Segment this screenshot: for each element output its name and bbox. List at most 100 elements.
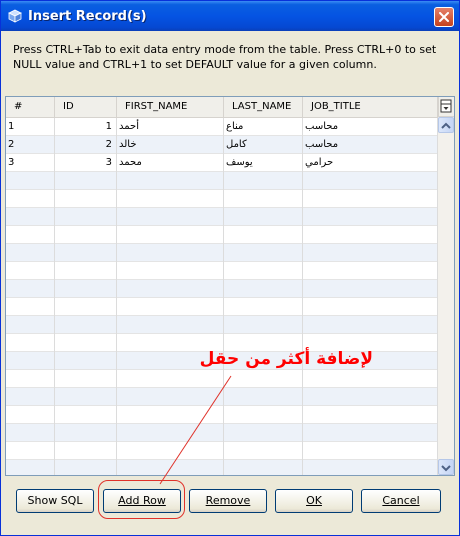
cell-job[interactable] <box>303 442 438 460</box>
cell-num[interactable] <box>6 190 55 208</box>
cell-first[interactable] <box>117 226 224 244</box>
cell-last[interactable]: كامل <box>224 136 303 154</box>
empty-table-row[interactable] <box>6 244 438 262</box>
cell-job[interactable] <box>303 280 438 298</box>
cell-job[interactable] <box>303 298 438 316</box>
cell-last[interactable]: مناع <box>224 118 303 136</box>
cell-id[interactable]: 2 <box>55 136 117 154</box>
cell-num[interactable]: 2 <box>6 136 55 154</box>
close-button[interactable] <box>434 7 454 27</box>
cell-num[interactable] <box>6 370 55 388</box>
cell-first[interactable] <box>117 298 224 316</box>
cell-num[interactable] <box>6 406 55 424</box>
cell-last[interactable] <box>224 208 303 226</box>
cell-id[interactable] <box>55 244 117 262</box>
cell-job[interactable]: حرامي <box>303 154 438 172</box>
cell-id[interactable]: 3 <box>55 154 117 172</box>
cell-id[interactable] <box>55 190 117 208</box>
cell-num[interactable] <box>6 280 55 298</box>
cell-first[interactable] <box>117 460 224 475</box>
empty-table-row[interactable] <box>6 190 438 208</box>
empty-table-row[interactable] <box>6 298 438 316</box>
empty-table-row[interactable] <box>6 226 438 244</box>
cell-id[interactable] <box>55 262 117 280</box>
scroll-down-button[interactable] <box>438 459 454 475</box>
cell-first[interactable] <box>117 280 224 298</box>
table-row[interactable]: 3 3 محمد يوسف حرامي <box>6 154 438 172</box>
empty-table-row[interactable] <box>6 316 438 334</box>
records-grid[interactable]: # ID FIRST_NAME LAST_NAME JOB_TITLE 1 1 أح… <box>5 96 455 476</box>
cell-job[interactable]: محاسب <box>303 118 438 136</box>
cell-num[interactable] <box>6 226 55 244</box>
cell-first[interactable]: محمد <box>117 154 224 172</box>
cell-num[interactable] <box>6 298 55 316</box>
cell-num[interactable] <box>6 460 55 475</box>
cell-first[interactable] <box>117 262 224 280</box>
cell-num[interactable]: 1 <box>6 118 55 136</box>
cell-job[interactable] <box>303 406 438 424</box>
cell-id[interactable] <box>55 406 117 424</box>
cell-job[interactable] <box>303 262 438 280</box>
empty-table-row[interactable] <box>6 388 438 406</box>
cell-last[interactable] <box>224 280 303 298</box>
cell-num[interactable] <box>6 208 55 226</box>
empty-table-row[interactable] <box>6 442 438 460</box>
cell-last[interactable] <box>224 370 303 388</box>
cell-last[interactable] <box>224 226 303 244</box>
cell-num[interactable] <box>6 244 55 262</box>
cell-last[interactable] <box>224 388 303 406</box>
cell-id[interactable] <box>55 298 117 316</box>
cell-id[interactable] <box>55 442 117 460</box>
cell-id[interactable] <box>55 352 117 370</box>
cell-first[interactable] <box>117 190 224 208</box>
remove-button[interactable]: Remove <box>189 489 267 513</box>
scroll-up-button[interactable] <box>438 117 454 133</box>
empty-table-row[interactable] <box>6 262 438 280</box>
empty-table-row[interactable] <box>6 172 438 190</box>
cell-job[interactable]: محاسب <box>303 136 438 154</box>
cell-num[interactable] <box>6 172 55 190</box>
cell-job[interactable] <box>303 244 438 262</box>
cell-first[interactable] <box>117 208 224 226</box>
cancel-button[interactable]: Cancel <box>361 489 441 513</box>
empty-table-row[interactable] <box>6 406 438 424</box>
cell-first[interactable] <box>117 316 224 334</box>
cell-id[interactable] <box>55 424 117 442</box>
cell-last[interactable] <box>224 442 303 460</box>
cell-job[interactable] <box>303 388 438 406</box>
cell-last[interactable] <box>224 460 303 475</box>
cell-id[interactable] <box>55 370 117 388</box>
cell-first[interactable] <box>117 370 224 388</box>
cell-num[interactable] <box>6 316 55 334</box>
cell-id[interactable] <box>55 316 117 334</box>
cell-last[interactable] <box>224 172 303 190</box>
cell-id[interactable] <box>55 208 117 226</box>
cell-num[interactable] <box>6 442 55 460</box>
cell-last[interactable] <box>224 406 303 424</box>
cell-id[interactable] <box>55 460 117 475</box>
cell-id[interactable]: 1 <box>55 118 117 136</box>
cell-job[interactable] <box>303 172 438 190</box>
cell-last[interactable] <box>224 262 303 280</box>
table-row[interactable]: 1 1 أحمد مناع محاسب <box>6 118 438 136</box>
cell-num[interactable] <box>6 388 55 406</box>
cell-num[interactable]: 3 <box>6 154 55 172</box>
column-header-id[interactable]: ID <box>55 97 117 117</box>
empty-table-row[interactable] <box>6 370 438 388</box>
column-header-last-name[interactable]: LAST_NAME <box>224 97 303 117</box>
cell-last[interactable] <box>224 316 303 334</box>
cell-id[interactable] <box>55 226 117 244</box>
cell-first[interactable] <box>117 388 224 406</box>
show-sql-button[interactable]: Show SQL <box>16 489 94 513</box>
cell-id[interactable] <box>55 388 117 406</box>
cell-first[interactable] <box>117 244 224 262</box>
cell-job[interactable] <box>303 460 438 475</box>
table-row[interactable]: 2 2 خالد كامل محاسب <box>6 136 438 154</box>
cell-first[interactable] <box>117 442 224 460</box>
empty-table-row[interactable] <box>6 460 438 475</box>
empty-table-row[interactable] <box>6 208 438 226</box>
cell-last[interactable]: يوسف <box>224 154 303 172</box>
cell-last[interactable] <box>224 424 303 442</box>
cell-num[interactable] <box>6 352 55 370</box>
column-header-first-name[interactable]: FIRST_NAME <box>117 97 224 117</box>
